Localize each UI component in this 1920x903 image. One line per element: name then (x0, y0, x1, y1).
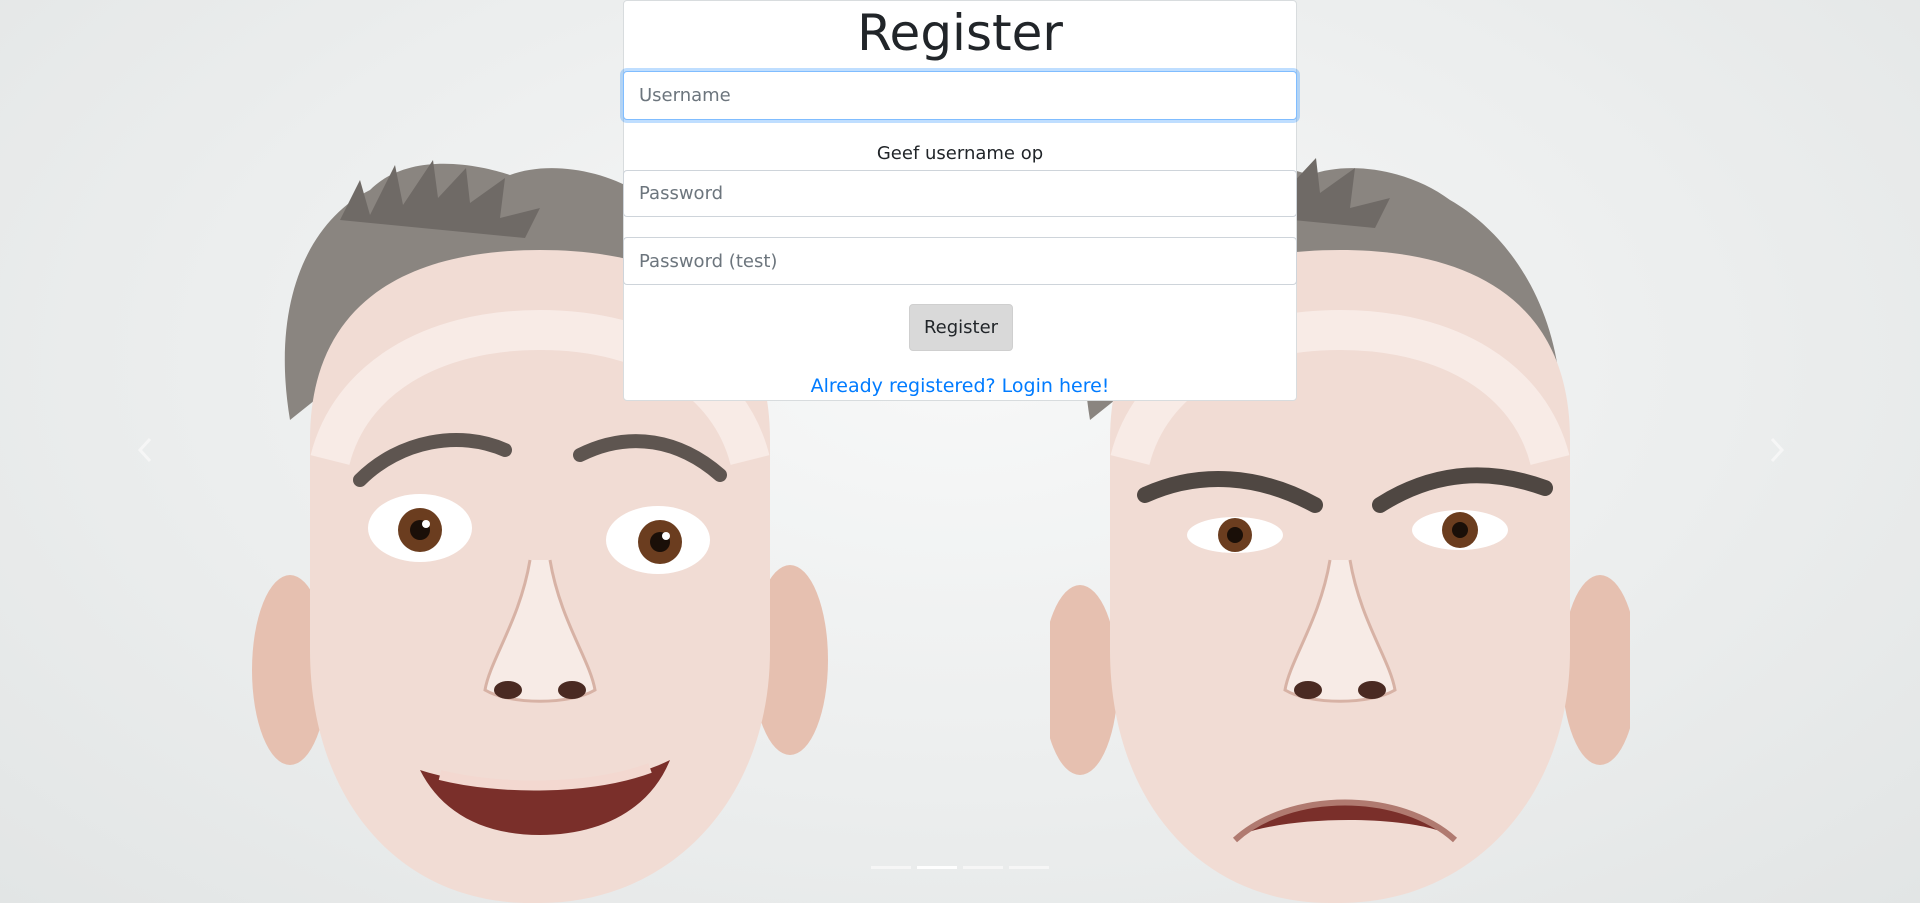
carousel-indicators (0, 866, 1920, 869)
login-link[interactable]: Already registered? Login here! (624, 375, 1296, 397)
page-title: Register (857, 4, 1063, 62)
register-card: Register Geef username op Register Alrea… (623, 0, 1297, 401)
carousel-indicator[interactable] (871, 866, 911, 869)
carousel-indicator[interactable] (963, 866, 1003, 869)
username-input[interactable] (623, 71, 1297, 120)
register-button[interactable]: Register (909, 304, 1013, 351)
password-input[interactable] (623, 170, 1297, 217)
carousel-indicator[interactable] (1009, 866, 1049, 869)
chevron-left-icon (137, 437, 153, 467)
carousel-next-button[interactable] (1757, 425, 1797, 479)
carousel-prev-button[interactable] (125, 425, 165, 479)
chevron-right-icon (1769, 437, 1785, 467)
carousel-indicator-active[interactable] (917, 866, 957, 869)
password-test-input[interactable] (623, 237, 1297, 285)
page: Register Geef username op Register Alrea… (0, 0, 1920, 903)
username-hint: Geef username op (876, 143, 1044, 164)
